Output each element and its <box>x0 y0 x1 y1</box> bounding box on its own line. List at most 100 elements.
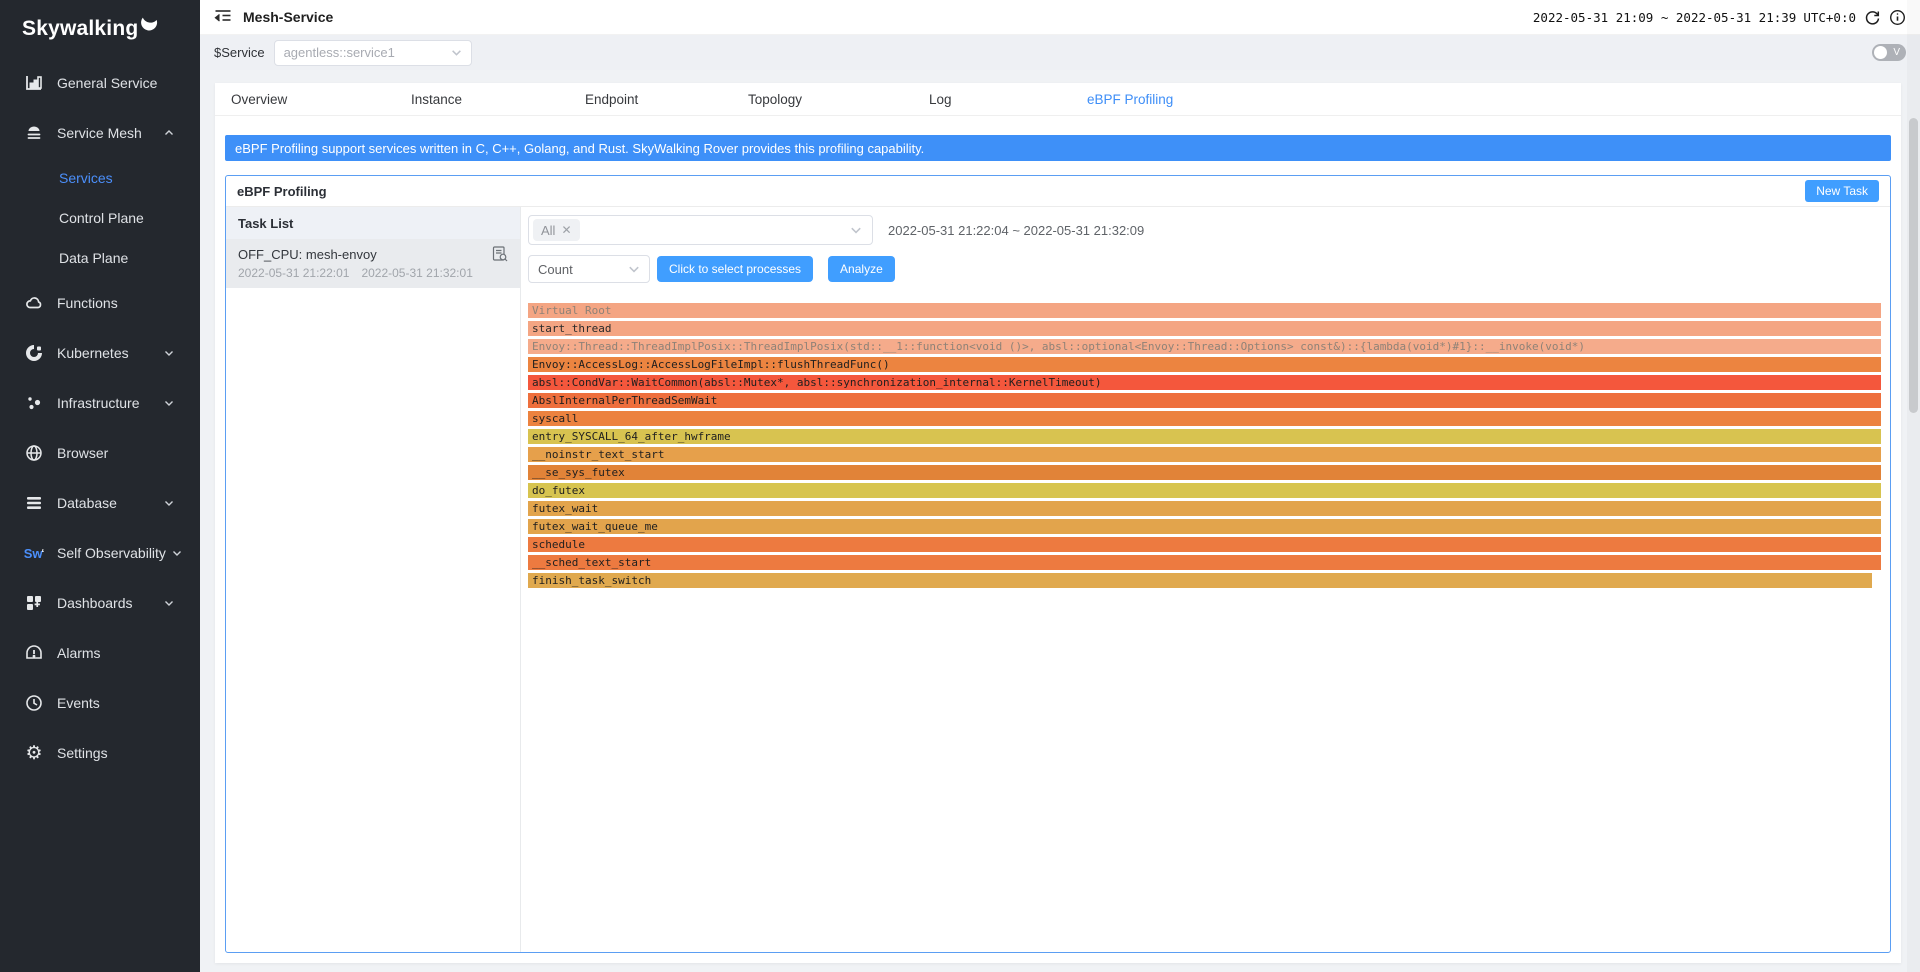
sidebar-item-infrastructure[interactable]: Infrastructure <box>0 378 200 428</box>
chevron-down-icon <box>451 47 462 58</box>
sidebar-item-service-mesh[interactable]: Service Mesh <box>0 108 200 158</box>
app-logo-text: Skywalking <box>22 17 138 41</box>
app-logo[interactable]: Skywalking <box>0 0 200 58</box>
flame-node[interactable]: AbslInternalPerThreadSemWait <box>528 393 1881 408</box>
flame-node[interactable]: absl::CondVar::WaitCommon(absl::Mutex*, … <box>528 375 1881 390</box>
flame-node[interactable]: start_thread <box>528 321 1881 336</box>
collapse-sidebar-icon[interactable] <box>214 9 232 25</box>
chevron-down-icon <box>164 348 174 358</box>
task-time-range: 2022-05-31 21:22:04 ~ 2022-05-31 21:32:0… <box>888 223 1144 238</box>
sidebar-item-database[interactable]: Database <box>0 478 200 528</box>
sidebar-item-label: Settings <box>57 745 108 761</box>
moon-icon <box>140 14 158 32</box>
process-filter-select[interactable]: All ✕ <box>528 215 873 245</box>
sidebar-item-kubernetes[interactable]: Kubernetes <box>0 328 200 378</box>
refresh-icon[interactable] <box>1864 9 1881 26</box>
toggle-label: V <box>1893 46 1900 59</box>
sidebar-item-label: Database <box>57 495 117 511</box>
timezone-label: UTC+0:0 <box>1803 10 1856 25</box>
process-filter-tag: All ✕ <box>533 219 580 241</box>
service-selector-label: $Service <box>214 45 265 60</box>
new-task-button[interactable]: New Task <box>1805 180 1879 202</box>
flame-node[interactable]: Virtual Root <box>528 303 1881 318</box>
task-list-item[interactable]: OFF_CPU: mesh-envoy 2022-05-31 21:22:01 … <box>226 239 520 288</box>
remove-tag-icon[interactable]: ✕ <box>561 223 571 237</box>
flame-node[interactable]: __sched_text_start <box>528 555 1881 570</box>
list-icon <box>24 493 44 513</box>
sidebar-item-browser[interactable]: Browser <box>0 428 200 478</box>
tab-endpoint[interactable]: Endpoint <box>585 83 638 116</box>
select-processes-button[interactable]: Click to select processes <box>657 256 813 282</box>
sidebar-item-alarms[interactable]: Alarms <box>0 628 200 678</box>
task-detail-icon[interactable] <box>492 246 508 262</box>
task-list: Task List OFF_CPU: mesh-envoy 2022-05-31… <box>226 207 521 952</box>
layers-icon <box>24 123 44 143</box>
panel-body: Task List OFF_CPU: mesh-envoy 2022-05-31… <box>226 207 1890 952</box>
main-content: Overview Instance Endpoint Topology Log … <box>200 70 1920 972</box>
alarm-icon <box>24 643 44 663</box>
skywalking-sw-icon: Swʻ <box>24 543 44 563</box>
flame-node[interactable]: Envoy::AccessLog::AccessLogFileImpl::flu… <box>528 357 1881 372</box>
tab-topology[interactable]: Topology <box>748 83 802 116</box>
flame-node[interactable]: syscall <box>528 411 1881 426</box>
flame-node[interactable]: __noinstr_text_start <box>528 447 1881 462</box>
tab-bar: Overview Instance Endpoint Topology Log … <box>215 83 1901 116</box>
sidebar-item-settings[interactable]: ⚙ Settings <box>0 728 200 778</box>
chevron-down-icon <box>628 263 640 275</box>
ebpf-profiling-panel: eBPF Profiling New Task Task List OFF_CP… <box>225 175 1891 953</box>
sidebar: Skywalking General Service Service Mesh … <box>0 0 200 972</box>
aggregate-type-value: Count <box>538 262 573 277</box>
sidebar-item-label: Service Mesh <box>57 125 142 141</box>
service-select-value: agentless::service1 <box>284 45 451 60</box>
flame-node[interactable]: do_futex <box>528 483 1881 498</box>
info-banner: eBPF Profiling support services written … <box>225 135 1891 161</box>
task-name: OFF_CPU: mesh-envoy <box>238 247 492 262</box>
cloud-icon <box>24 293 44 313</box>
clock-icon <box>24 693 44 713</box>
service-toolbar: $Service agentless::service1 V <box>200 35 1920 70</box>
flame-node[interactable]: entry_SYSCALL_64_after_hwframe <box>528 429 1881 444</box>
chevron-down-icon <box>850 224 862 236</box>
tab-overview[interactable]: Overview <box>231 83 287 116</box>
scrollbar-track[interactable] <box>1907 0 1920 972</box>
flame-node[interactable]: __se_sys_futex <box>528 465 1881 480</box>
sidebar-item-general-service[interactable]: General Service <box>0 58 200 108</box>
sidebar-item-label: Kubernetes <box>57 345 129 361</box>
analysis-area: All ✕ 2022-05-31 21:22:04 ~ 2022-05-31 2… <box>521 207 1890 952</box>
toggle-knob <box>1874 46 1887 59</box>
sidebar-item-functions[interactable]: Functions <box>0 278 200 328</box>
flame-node[interactable]: finish_task_switch <box>528 573 1872 588</box>
chevron-down-icon <box>172 548 182 558</box>
flame-node[interactable]: futex_wait_queue_me <box>528 519 1881 534</box>
scrollbar-thumb[interactable] <box>1909 118 1918 413</box>
sidebar-item-control-plane[interactable]: Control Plane <box>0 198 200 238</box>
tab-ebpf-profiling[interactable]: eBPF Profiling <box>1087 83 1173 116</box>
sidebar-item-label: Control Plane <box>59 210 144 226</box>
flame-node[interactable]: schedule <box>528 537 1881 552</box>
page-title: Mesh-Service <box>243 9 333 25</box>
dashboard-card: Overview Instance Endpoint Topology Log … <box>215 83 1901 963</box>
analyze-button[interactable]: Analyze <box>828 256 895 282</box>
sidebar-item-services[interactable]: Services <box>0 158 200 198</box>
sidebar-item-dashboards[interactable]: Dashboards <box>0 578 200 628</box>
chevron-down-icon <box>164 498 174 508</box>
sidebar-item-events[interactable]: Events <box>0 678 200 728</box>
time-range-picker[interactable]: 2022-05-31 21:09 ~ 2022-05-31 21:39 <box>1533 10 1796 25</box>
sidebar-item-label: Services <box>59 170 113 186</box>
version-toggle[interactable]: V <box>1872 44 1906 61</box>
service-select[interactable]: agentless::service1 <box>274 40 472 66</box>
tab-instance[interactable]: Instance <box>411 83 462 116</box>
aggregate-type-select[interactable]: Count <box>528 255 650 283</box>
sidebar-item-label: Dashboards <box>57 595 133 611</box>
sidebar-item-self-observability[interactable]: Swʻ Self Observability <box>0 528 200 578</box>
chevron-down-icon <box>164 398 174 408</box>
flame-node[interactable]: Envoy::Thread::ThreadImplPosix::ThreadIm… <box>528 339 1881 354</box>
flame-node[interactable]: futex_wait <box>528 501 1881 516</box>
kubernetes-icon <box>24 343 44 363</box>
tab-log[interactable]: Log <box>929 83 952 116</box>
info-icon[interactable] <box>1889 9 1906 26</box>
sidebar-item-label: Data Plane <box>59 250 128 266</box>
sidebar-item-label: Browser <box>57 445 108 461</box>
task-start-time: 2022-05-31 21:22:01 <box>238 266 349 280</box>
sidebar-item-data-plane[interactable]: Data Plane <box>0 238 200 278</box>
